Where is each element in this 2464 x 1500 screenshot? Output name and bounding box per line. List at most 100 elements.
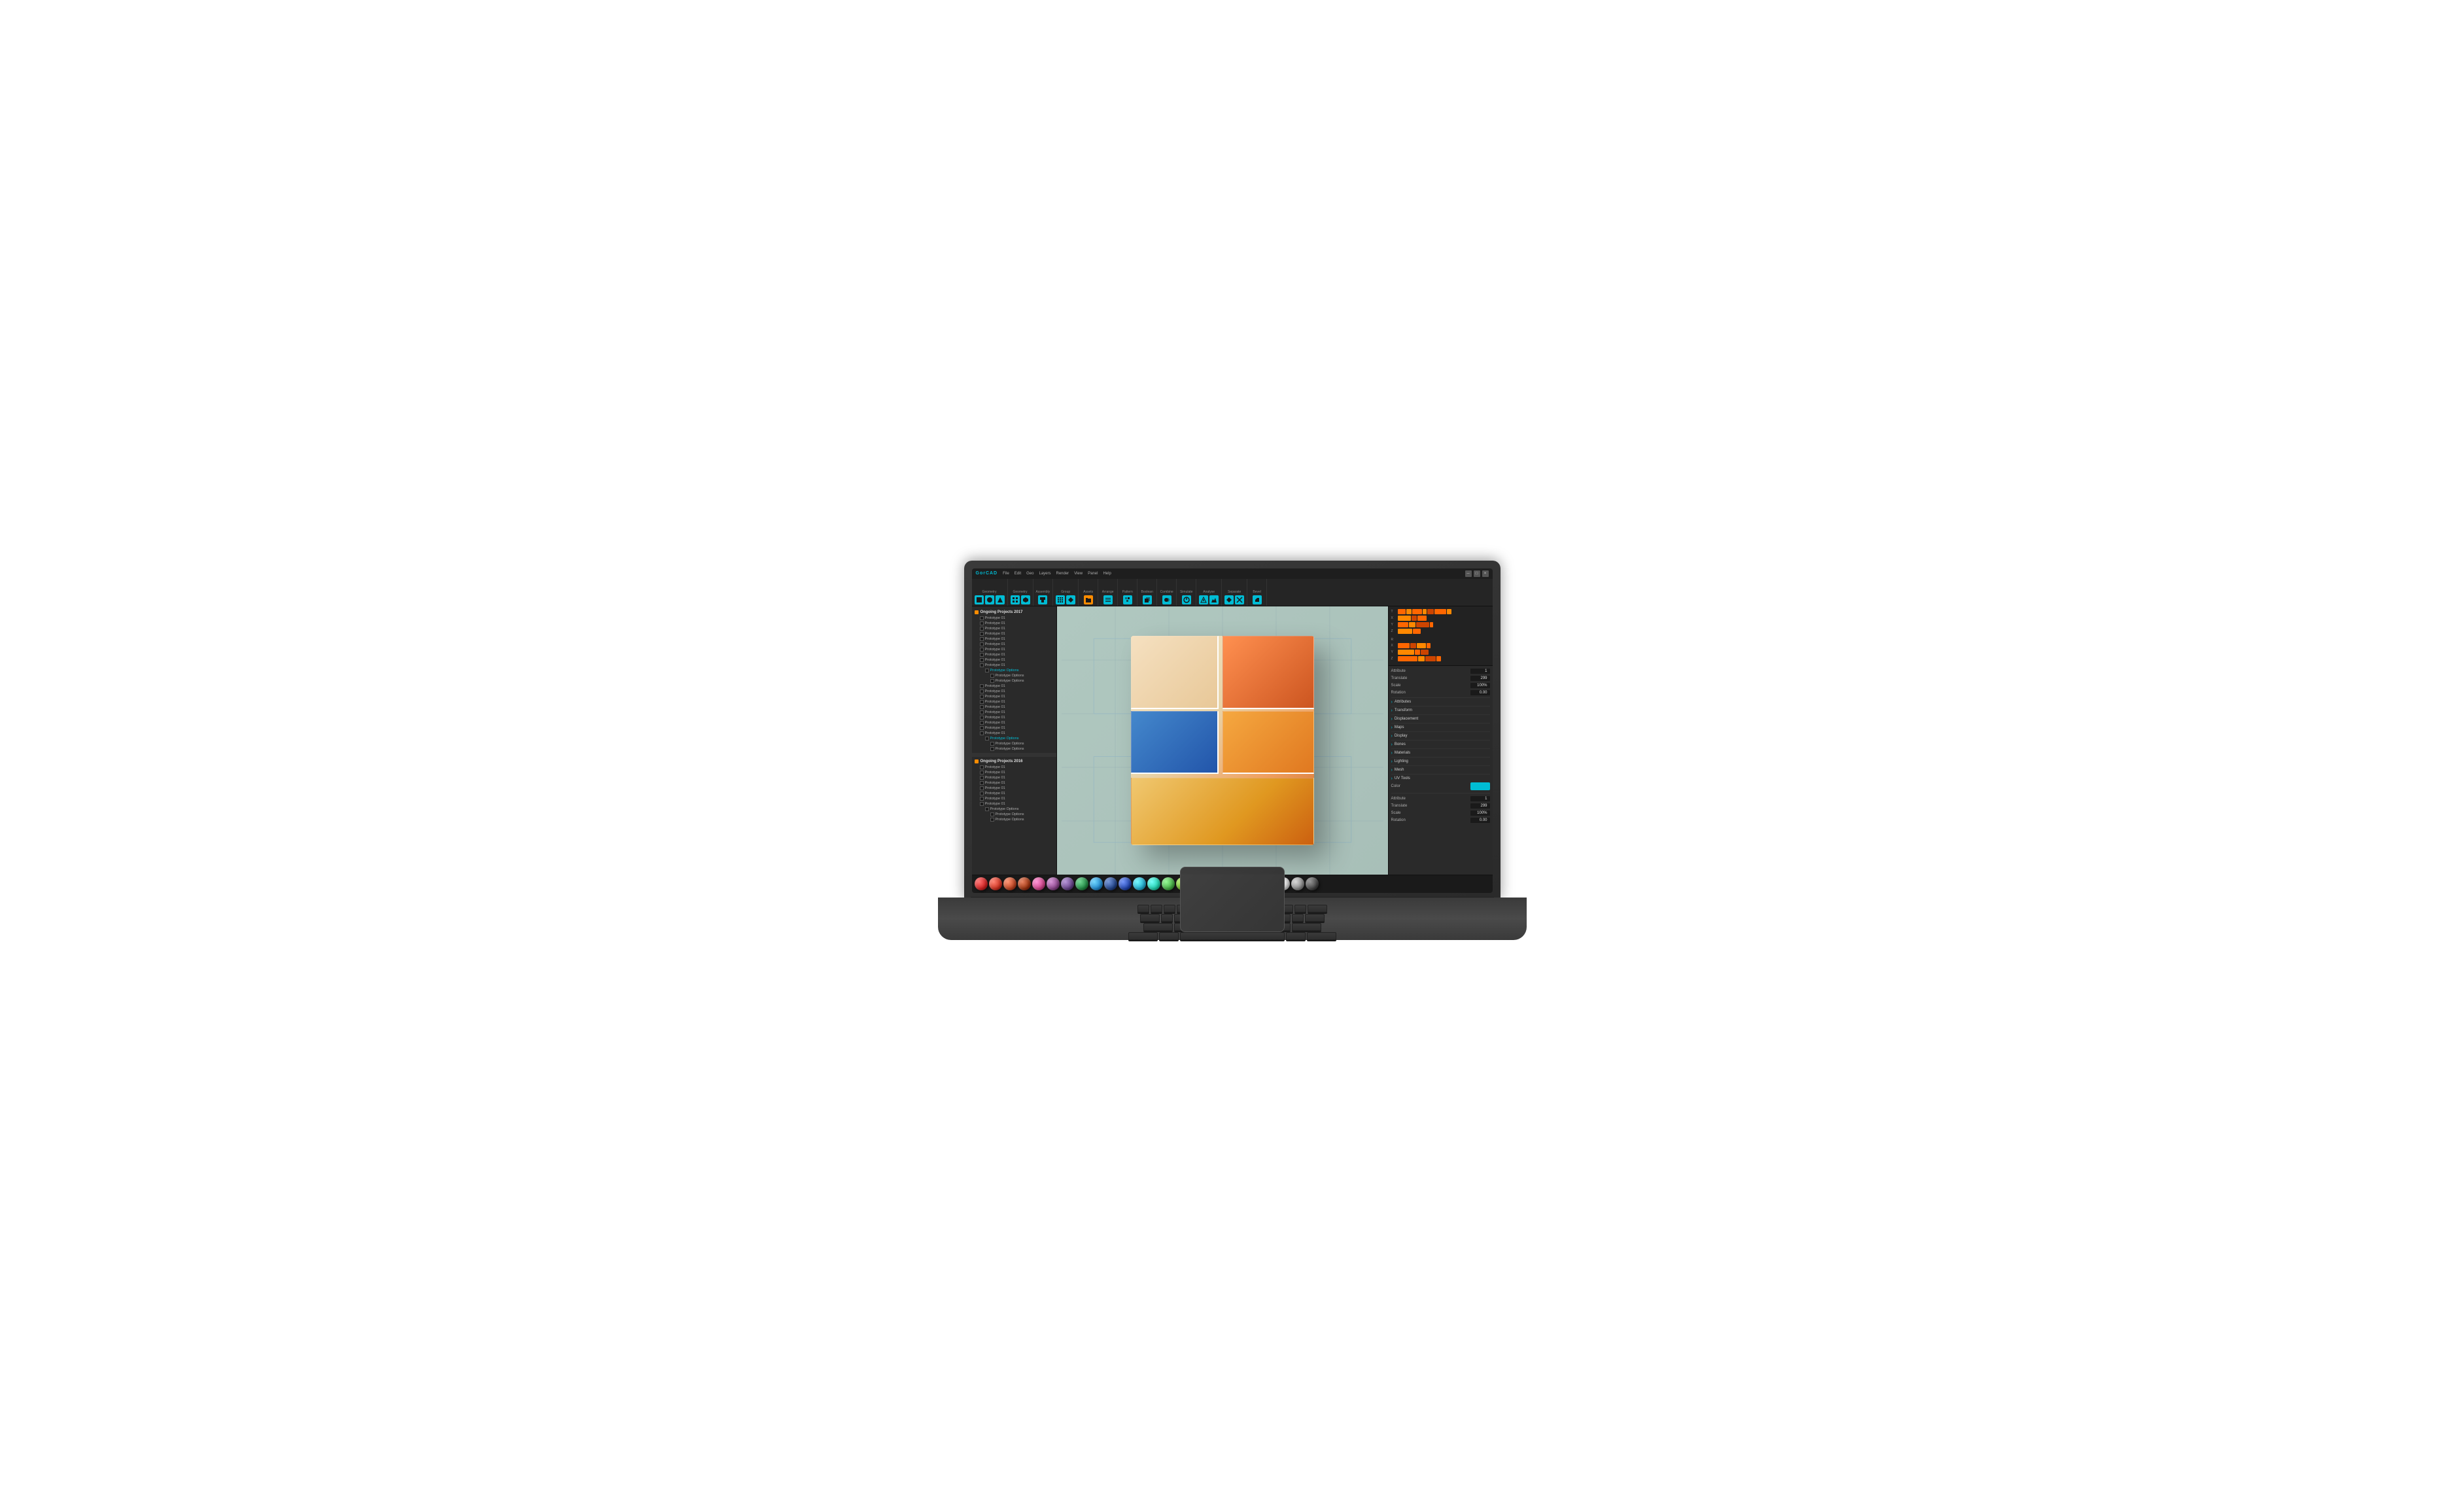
tree-grandchild2[interactable]: Prototype Options (972, 741, 1056, 746)
tree-item[interactable]: Prototype 01 (972, 621, 1056, 626)
tree-item[interactable]: Prototype 01 (972, 786, 1056, 791)
toolbar-icon-square[interactable] (975, 595, 984, 604)
toolbar-icon-bevel[interactable] (1253, 595, 1262, 604)
tree-child-prototype-options2[interactable]: Prototype Options (972, 736, 1056, 741)
key-enter[interactable] (1305, 914, 1325, 922)
toolbar-icon-analyse2[interactable] (1209, 595, 1219, 604)
checkbox[interactable] (980, 771, 984, 775)
material-ball-9[interactable] (1104, 877, 1117, 890)
checkbox[interactable] (980, 716, 984, 720)
toolbar-icon-triangle[interactable] (996, 595, 1005, 604)
attribute-value[interactable]: 1 (1470, 669, 1490, 674)
checkbox[interactable] (980, 689, 984, 693)
checkbox[interactable] (980, 632, 984, 636)
tree-parent-item[interactable]: Prototype 01 (972, 663, 1056, 668)
checkbox[interactable] (990, 679, 994, 683)
minimize-button[interactable]: ─ (1465, 570, 1472, 577)
section-lighting[interactable]: › Lighting (1391, 757, 1490, 765)
tree-item[interactable]: Prototype 01 (972, 616, 1056, 621)
tree-grandchild[interactable]: Prototype Options (972, 673, 1056, 678)
material-ball-23[interactable] (1306, 877, 1319, 890)
tree-item[interactable]: Prototype 01 (972, 684, 1056, 689)
tree-item[interactable]: Prototype 01 (972, 652, 1056, 657)
checkbox[interactable] (980, 658, 984, 662)
checkbox[interactable] (980, 765, 984, 769)
checkbox[interactable] (980, 648, 984, 652)
rotation-value2[interactable]: 0.00 (1470, 818, 1490, 823)
checkbox[interactable] (980, 653, 984, 657)
checkbox[interactable] (985, 669, 989, 672)
key-tab[interactable] (1140, 914, 1160, 922)
checkbox[interactable] (980, 627, 984, 631)
close-button[interactable]: × (1482, 570, 1489, 577)
tree-item[interactable]: Prototype 01 (972, 657, 1056, 663)
checkbox[interactable] (990, 742, 994, 746)
checkbox[interactable] (980, 705, 984, 709)
tree-item[interactable]: Prototype 01 (972, 775, 1056, 780)
tree-parent-item3[interactable]: Prototype 01 (972, 801, 1056, 807)
checkbox[interactable] (980, 642, 984, 646)
menu-help[interactable]: Help (1103, 572, 1111, 576)
material-ball-11[interactable] (1133, 877, 1146, 890)
toolbar-icon-folder[interactable] (1084, 595, 1093, 604)
key-backspace[interactable] (1308, 905, 1327, 913)
menu-panel[interactable]: Panel (1088, 572, 1098, 576)
color-swatch[interactable] (1470, 782, 1490, 790)
checkbox[interactable] (990, 747, 994, 751)
tree-grandchild3[interactable]: Prototype Options (972, 746, 1056, 752)
checkbox[interactable] (980, 621, 984, 625)
tree-item[interactable]: Prototype 01 (972, 765, 1056, 770)
checkbox[interactable] (980, 637, 984, 641)
key-ctrl-left[interactable] (1128, 932, 1158, 940)
tree-child-prototype-options[interactable]: Prototype Options (972, 668, 1056, 673)
checkbox[interactable] (980, 721, 984, 725)
checkbox[interactable] (980, 781, 984, 785)
checkbox[interactable] (980, 726, 984, 730)
section-mesh[interactable]: › Mesh (1391, 765, 1490, 774)
material-ball-13[interactable] (1162, 877, 1175, 890)
toolbar-icon-combine[interactable] (1162, 595, 1171, 604)
menu-layers[interactable]: Layers (1039, 572, 1050, 576)
key[interactable] (1151, 905, 1162, 913)
tree-item[interactable]: Prototype 01 (972, 642, 1056, 647)
tree-item[interactable]: Prototype 01 (972, 780, 1056, 786)
toolbar-icon-arrange[interactable] (1103, 595, 1113, 604)
key[interactable] (1292, 914, 1304, 922)
material-ball-4[interactable] (1032, 877, 1045, 890)
key-alt-left[interactable] (1159, 932, 1179, 940)
section-transform[interactable]: › Transform (1391, 706, 1490, 714)
checkbox[interactable] (980, 731, 984, 735)
section-maps[interactable]: › Maps (1391, 723, 1490, 731)
tree-item[interactable]: Prototype 01 (972, 715, 1056, 720)
toolbar-icon-circle[interactable] (985, 595, 994, 604)
tree-item[interactable]: Prototype 01 (972, 770, 1056, 775)
tree-item[interactable]: Prototype 01 (972, 720, 1056, 725)
material-ball-22[interactable] (1291, 877, 1304, 890)
material-ball-5[interactable] (1047, 877, 1060, 890)
toolbar-icon-boolean[interactable] (1143, 595, 1152, 604)
checkbox[interactable] (980, 663, 984, 667)
attribute-value2[interactable]: 1 (1470, 796, 1490, 801)
tree-child2016[interactable]: Prototype Options (972, 807, 1056, 812)
section-display[interactable]: › Display (1391, 731, 1490, 740)
key[interactable] (1294, 905, 1306, 913)
menu-render[interactable]: Render (1056, 572, 1069, 576)
checkbox[interactable] (990, 818, 994, 822)
material-ball-10[interactable] (1119, 877, 1132, 890)
checkbox[interactable] (980, 684, 984, 688)
material-ball-12[interactable] (1147, 877, 1160, 890)
material-ball-7[interactable] (1075, 877, 1088, 890)
tree-item[interactable]: Prototype 01 (972, 725, 1056, 731)
checkbox[interactable] (980, 802, 984, 806)
rotation-value[interactable]: 0.00 (1470, 690, 1490, 695)
menu-geo[interactable]: Geo (1026, 572, 1033, 576)
tree-item[interactable]: Prototype 01 (972, 699, 1056, 705)
section-bones[interactable]: › Bones (1391, 740, 1490, 748)
tree-item[interactable]: Prototype 01 (972, 637, 1056, 642)
touchpad[interactable] (1180, 867, 1285, 932)
key-space[interactable] (1180, 932, 1285, 940)
checkbox[interactable] (980, 792, 984, 795)
tree-item[interactable]: Prototype 01 (972, 796, 1056, 801)
checkbox[interactable] (980, 710, 984, 714)
material-ball-1[interactable] (989, 877, 1002, 890)
